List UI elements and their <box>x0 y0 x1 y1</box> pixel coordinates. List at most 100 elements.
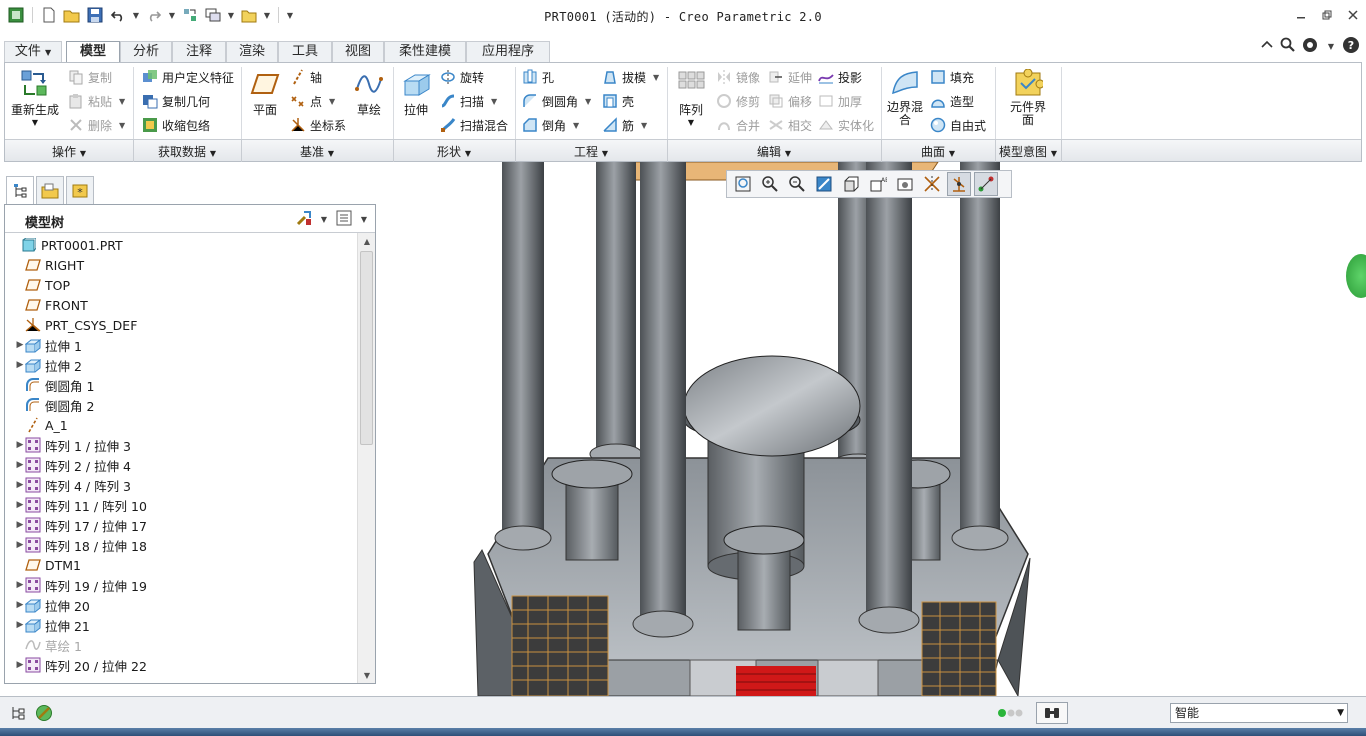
tree-item[interactable]: PRT0001.PRT <box>5 235 357 255</box>
expand-arrow-icon[interactable]: ▶ <box>15 540 25 550</box>
offset-button[interactable]: 偏移 <box>767 91 812 111</box>
merge-button[interactable]: 合并 <box>715 115 760 135</box>
axis-button[interactable]: 轴 <box>289 67 322 87</box>
fill-button[interactable]: 填充 <box>929 67 974 87</box>
round-button[interactable]: 倒圆角 ▼ <box>521 91 591 111</box>
repaint-icon[interactable] <box>812 172 836 196</box>
expand-arrow-icon[interactable]: ▶ <box>15 500 25 510</box>
group-shapes[interactable]: 形状 ▼ <box>393 143 515 160</box>
expand-arrow-icon[interactable]: ▶ <box>15 620 25 630</box>
swept-blend-button[interactable]: 扫描混合 <box>439 115 508 135</box>
plane-button[interactable]: 平面 <box>245 67 285 118</box>
close-icon[interactable] <box>1340 4 1366 26</box>
tree-item[interactable]: 倒圆角 1 <box>5 375 357 395</box>
component-interface-button[interactable]: 元件界面 <box>1005 67 1051 127</box>
toggle-navigator-icon[interactable] <box>6 702 30 724</box>
tree-item[interactable]: ▶ 阵列 20 / 拉伸 22 <box>5 655 357 675</box>
tab-file[interactable]: 文件 ▼ <box>4 41 62 62</box>
copy-button[interactable]: 复制 <box>67 67 112 87</box>
style-button[interactable]: 造型 <box>929 91 974 111</box>
tab-folder-browser[interactable] <box>36 176 64 204</box>
extrude-button[interactable]: 拉伸 <box>397 67 435 118</box>
minimize-icon[interactable] <box>1288 4 1314 26</box>
help-dropdown-icon[interactable]: ▼ <box>1326 42 1336 51</box>
tab-tools[interactable]: 工具 <box>278 41 332 62</box>
scroll-up-icon[interactable]: ▲ <box>358 233 376 249</box>
refit-icon[interactable] <box>731 172 755 196</box>
tree-item[interactable]: RIGHT <box>5 255 357 275</box>
tree-item[interactable]: 草绘 1 <box>5 635 357 655</box>
tree-item[interactable]: A_1 <box>5 415 357 435</box>
expand-arrow-icon[interactable]: ▶ <box>15 360 25 370</box>
trim-button[interactable]: 修剪 <box>715 91 760 111</box>
group-datum[interactable]: 基准 ▼ <box>241 143 393 160</box>
help-icon[interactable]: ? <box>1342 36 1360 57</box>
group-operations[interactable]: 操作 ▼ <box>5 143 133 160</box>
tree-item[interactable]: ▶ 阵列 17 / 拉伸 17 <box>5 515 357 535</box>
selection-filter-select[interactable]: 智能 ▼ <box>1170 703 1348 723</box>
scroll-down-icon[interactable]: ▼ <box>358 667 376 683</box>
shell-button[interactable]: 壳 <box>601 91 634 111</box>
boundary-blend-button[interactable]: 边界混合 <box>885 67 925 127</box>
tree-settings-icon[interactable] <box>295 209 313 230</box>
minimize-ribbon-icon[interactable] <box>1260 38 1274 55</box>
thicken-button[interactable]: 加厚 <box>817 91 862 111</box>
tree-item[interactable]: ▶ 拉伸 20 <box>5 595 357 615</box>
tree-item[interactable]: ▶ 拉伸 2 <box>5 355 357 375</box>
tab-model[interactable]: 模型 <box>66 41 120 64</box>
restore-icon[interactable] <box>1314 4 1340 26</box>
group-engineering[interactable]: 工程 ▼ <box>515 143 667 160</box>
tree-show-dropdown-icon[interactable]: ▼ <box>359 215 369 224</box>
toggle-browser-icon[interactable] <box>32 702 56 724</box>
expand-arrow-icon[interactable]: ▶ <box>15 440 25 450</box>
tree-settings-dropdown-icon[interactable]: ▼ <box>319 215 329 224</box>
revolve-button[interactable]: 旋转 <box>439 67 484 87</box>
datum-display-icon[interactable] <box>920 172 944 196</box>
learning-connector-icon[interactable] <box>1302 37 1320 56</box>
model-tree-scrollbar[interactable]: ▲ ▼ <box>357 233 375 683</box>
saved-orientations-icon[interactable]: AB <box>866 172 890 196</box>
display-style-icon[interactable] <box>839 172 863 196</box>
tree-item[interactable]: ▶ 阵列 4 / 阵列 3 <box>5 475 357 495</box>
solidify-button[interactable]: 实体化 <box>817 115 874 135</box>
search-icon[interactable] <box>1280 37 1296 56</box>
expand-arrow-icon[interactable]: ▶ <box>15 480 25 490</box>
tab-render[interactable]: 渲染 <box>226 41 278 62</box>
scrollbar-thumb[interactable] <box>360 251 373 445</box>
tree-item[interactable]: ▶ 阵列 18 / 拉伸 18 <box>5 535 357 555</box>
spin-center-icon[interactable] <box>947 172 971 196</box>
point-button[interactable]: 点 ▼ <box>289 91 335 111</box>
tree-item[interactable]: ▶ 阵列 11 / 阵列 10 <box>5 495 357 515</box>
zoom-in-icon[interactable] <box>758 172 782 196</box>
tree-item[interactable]: FRONT <box>5 295 357 315</box>
freestyle-button[interactable]: 自由式 <box>929 115 986 135</box>
regeneration-status-icon[interactable] <box>996 702 1026 724</box>
chamfer-button[interactable]: 倒角 ▼ <box>521 115 579 135</box>
group-surfaces[interactable]: 曲面 ▼ <box>881 143 995 160</box>
delete-button[interactable]: 删除 ▼ <box>67 115 125 135</box>
group-get-data[interactable]: 获取数据 ▼ <box>133 143 241 160</box>
project-button[interactable]: 投影 <box>817 67 862 87</box>
copy-geometry-button[interactable]: 复制几何 <box>141 91 210 111</box>
expand-arrow-icon[interactable]: ▶ <box>15 580 25 590</box>
paste-button[interactable]: 粘贴 ▼ <box>67 91 125 111</box>
tab-applications[interactable]: 应用程序 <box>466 41 550 62</box>
group-design-intent[interactable]: 模型意图 ▼ <box>995 143 1061 160</box>
group-editing[interactable]: 编辑 ▼ <box>667 143 881 160</box>
tree-item[interactable]: ▶ 阵列 2 / 拉伸 4 <box>5 455 357 475</box>
rib-button[interactable]: 筋 ▼ <box>601 115 647 135</box>
tree-item[interactable]: PRT_CSYS_DEF <box>5 315 357 335</box>
tree-item[interactable]: ▶ 拉伸 21 <box>5 615 357 635</box>
shrinkwrap-button[interactable]: 收缩包络 <box>141 115 210 135</box>
zoom-out-icon[interactable] <box>785 172 809 196</box>
expand-arrow-icon[interactable]: ▶ <box>15 460 25 470</box>
draft-button[interactable]: 拔模 ▼ <box>601 67 659 87</box>
mirror-button[interactable]: 镜像 <box>715 67 760 87</box>
annotation-display-icon[interactable] <box>974 172 998 196</box>
tab-flexible-modeling[interactable]: 柔性建模 <box>384 41 466 62</box>
extend-button[interactable]: 延伸 <box>767 67 812 87</box>
udf-button[interactable]: 用户定义特征 <box>141 67 234 87</box>
intersect-button[interactable]: 相交 <box>767 115 812 135</box>
tab-model-tree[interactable] <box>6 176 34 204</box>
tree-item[interactable]: ▶ 阵列 19 / 拉伸 19 <box>5 575 357 595</box>
